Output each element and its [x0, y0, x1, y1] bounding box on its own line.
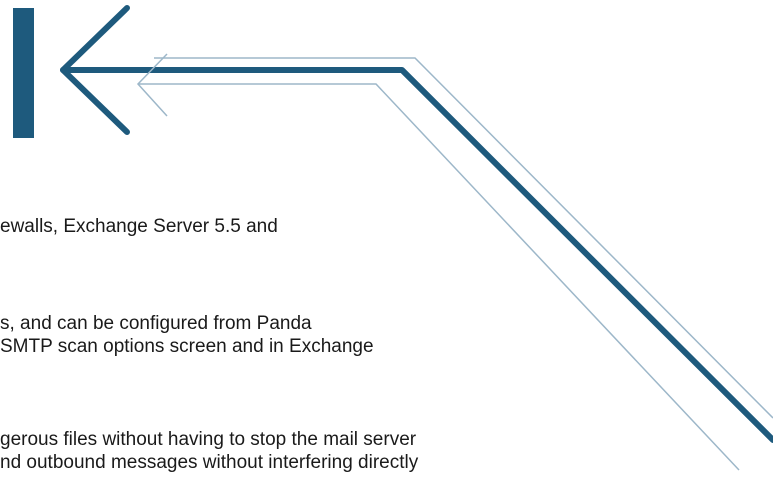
- body-text-line-3: SMTP scan options screen and in Exchange: [0, 336, 374, 357]
- body-text-line-5: nd outbound messages without interfering…: [0, 452, 419, 473]
- decorative-arrow-graphic: [13, 5, 773, 471]
- vertical-bar: [13, 8, 34, 138]
- arrow-shadow-outline: [136, 53, 773, 471]
- body-text-line-2: s, and can be configured from Panda: [0, 313, 312, 334]
- body-text-line-1: ewalls, Exchange Server 5.5 and: [0, 216, 278, 237]
- body-text-line-4: gerous files without having to stop the …: [0, 429, 417, 450]
